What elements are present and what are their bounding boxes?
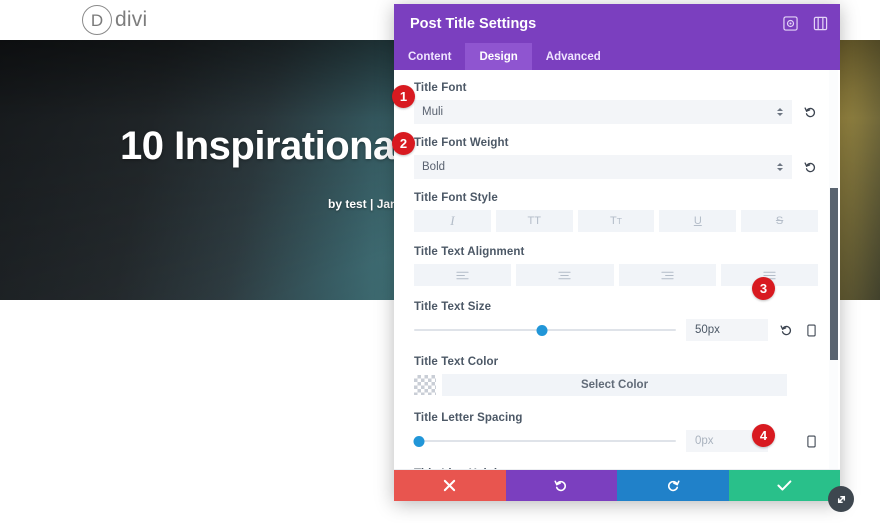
underline-glyph: U bbox=[693, 215, 702, 227]
reset-icon-title-text-size[interactable] bbox=[778, 324, 794, 337]
modal-header: Post Title Settings bbox=[394, 4, 840, 43]
label-title-text-size: Title Text Size bbox=[414, 301, 492, 313]
device-phone-icon-text-size[interactable] bbox=[804, 324, 818, 337]
tab-advanced[interactable]: Advanced bbox=[532, 43, 615, 70]
title-letter-spacing-slider[interactable] bbox=[413, 434, 676, 448]
smallcaps-button[interactable]: TT bbox=[577, 210, 655, 232]
title-font-weight-value: Bold bbox=[422, 161, 446, 173]
align-center-icon[interactable] bbox=[516, 264, 614, 286]
cancel-button[interactable] bbox=[394, 470, 506, 501]
title-text-size-slider[interactable] bbox=[414, 323, 676, 337]
title-font-weight-select[interactable]: Bold bbox=[414, 155, 792, 179]
title-font-value: Muli bbox=[422, 106, 444, 118]
field-title-font: Title Font Muli bbox=[414, 82, 818, 124]
font-style-button-group: I TT TT U S bbox=[414, 210, 818, 232]
label-title-text-color: Title Text Color bbox=[414, 356, 499, 368]
annotation-badge-1: 1 bbox=[392, 85, 415, 108]
divi-logo[interactable]: D divi bbox=[82, 5, 147, 35]
label-title-font: Title Font bbox=[414, 82, 467, 94]
resize-icon[interactable] bbox=[828, 486, 854, 512]
tab-content[interactable]: Content bbox=[394, 43, 465, 70]
align-right-icon[interactable] bbox=[618, 264, 716, 286]
field-title-font-weight: Title Font Weight Bold bbox=[414, 137, 818, 179]
modal-tabs: Content Design Advanced bbox=[394, 43, 840, 70]
select-color-button[interactable]: Select Color bbox=[442, 374, 787, 396]
label-title-text-alignment: Title Text Alignment bbox=[414, 246, 525, 258]
tab-design[interactable]: Design bbox=[465, 43, 532, 70]
modal-header-actions bbox=[780, 14, 830, 34]
target-icon[interactable] bbox=[780, 14, 800, 34]
modal-scrollbar-thumb[interactable] bbox=[830, 188, 838, 360]
divi-wordmark: divi bbox=[115, 8, 148, 31]
layout-panel-icon[interactable] bbox=[810, 14, 830, 34]
screen: D divi 10 Inspirational In by test | Jan… bbox=[0, 0, 880, 523]
field-title-text-color: Title Text Color Select Color bbox=[414, 356, 818, 396]
uppercase-button[interactable]: TT bbox=[495, 210, 573, 232]
redo-button[interactable] bbox=[617, 470, 729, 501]
title-text-size-input[interactable]: 50px bbox=[686, 319, 768, 341]
modal-body: Title Font Muli Title Font Weight Bold T… bbox=[394, 70, 840, 470]
strikethrough-button[interactable]: S bbox=[741, 210, 818, 232]
label-title-font-style: Title Font Style bbox=[414, 192, 498, 204]
divi-circle-icon: D bbox=[82, 5, 112, 35]
slider-track bbox=[414, 440, 676, 442]
field-title-text-size: Title Text Size 50px bbox=[414, 301, 818, 341]
reset-icon-title-font[interactable] bbox=[802, 106, 818, 119]
modal-title: Post Title Settings bbox=[410, 15, 537, 32]
label-title-font-weight: Title Font Weight bbox=[414, 137, 509, 149]
strikethrough-glyph: S bbox=[775, 215, 784, 227]
undo-button[interactable] bbox=[505, 470, 617, 501]
post-title-settings-modal: Post Title Settings Content Design Advan… bbox=[394, 4, 840, 501]
field-title-font-style: Title Font Style I TT TT U S bbox=[414, 192, 818, 232]
underline-button[interactable]: U bbox=[659, 210, 737, 232]
device-phone-icon-letter-spacing[interactable] bbox=[804, 435, 818, 448]
label-title-line-height: Title Line Height bbox=[414, 468, 818, 469]
title-font-select[interactable]: Muli bbox=[414, 100, 792, 124]
align-left-icon[interactable] bbox=[414, 264, 512, 286]
annotation-badge-4: 4 bbox=[752, 424, 775, 447]
field-title-line-height: Title Line Height 1.7em bbox=[414, 468, 818, 469]
annotation-badge-2: 2 bbox=[392, 132, 415, 155]
annotation-badge-3: 3 bbox=[752, 277, 775, 300]
italic-button[interactable]: I bbox=[414, 210, 491, 232]
chevron-updown-icon bbox=[777, 163, 783, 171]
label-title-letter-spacing: Title Letter Spacing bbox=[414, 412, 523, 424]
settings-scroll-area: Title Font Muli Title Font Weight Bold T… bbox=[394, 70, 840, 469]
save-button[interactable] bbox=[728, 470, 840, 501]
slider-thumb[interactable] bbox=[413, 435, 425, 447]
reset-icon-title-font-weight[interactable] bbox=[802, 161, 818, 174]
slider-thumb[interactable] bbox=[536, 324, 548, 336]
color-swatch[interactable] bbox=[414, 375, 436, 395]
modal-footer bbox=[394, 470, 840, 501]
chevron-updown-icon bbox=[777, 108, 783, 116]
